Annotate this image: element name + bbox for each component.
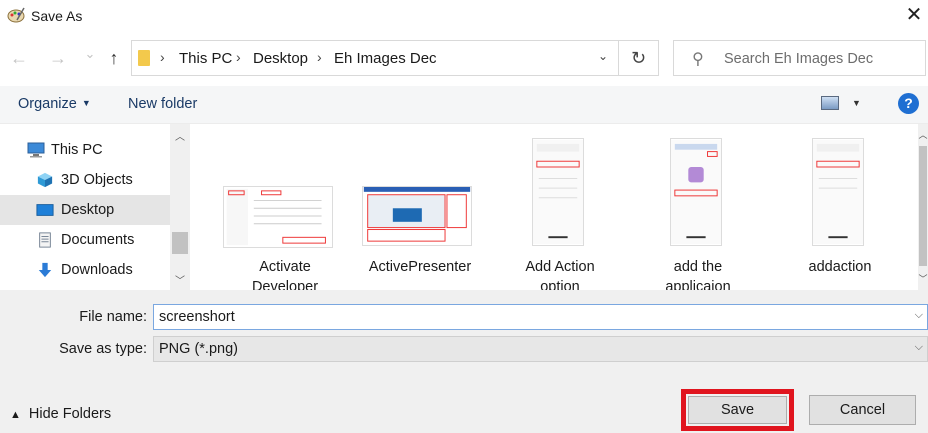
scroll-down-icon[interactable]: ﹀ [918,272,928,285]
navigation-scrollbar[interactable]: ︿ ﹀ [170,124,190,290]
scroll-down-icon[interactable]: ﹀ [170,272,190,287]
sidebar-item-label: Documents [61,232,135,248]
file-name-line: Activate [259,259,311,275]
scrollbar-thumb[interactable] [172,232,188,254]
sidebar-item-label: 3D Objects [61,172,133,188]
file-list: Activate Developer ActivePresenter Add A… [190,124,918,290]
close-button[interactable]: ✕ [900,2,928,30]
cube-icon [37,172,53,188]
breadcrumb-separator-icon[interactable]: › [236,49,241,65]
up-button[interactable]: ↑ [102,46,126,70]
breadcrumb-desktop[interactable]: Desktop [253,50,308,67]
file-name: addaction [770,257,910,277]
chevron-down-icon[interactable]: ⌵ [915,341,923,354]
caret-down-icon: ▼ [81,98,91,108]
scroll-up-icon[interactable]: ︿ [170,128,190,143]
file-name: ActivePresenter [350,257,490,277]
search-box[interactable]: ⚲ Search Eh Images Dec [673,40,926,76]
save-type-value: PNG (*.png) [159,341,238,357]
scroll-up-icon[interactable]: ︿ [918,128,928,141]
desktop-icon [36,204,54,216]
command-toolbar: Organize ▼ New folder ▼ ? [0,86,928,124]
file-name: Activate Developer [215,257,355,290]
back-button[interactable]: ← [7,46,31,70]
breadcrumb-eh-images-dec[interactable]: Eh Images Dec [334,50,437,67]
save-type-select[interactable]: PNG (*.png) ⌵ [153,336,928,362]
file-name-label: File name: [79,309,147,325]
view-options-caret-icon[interactable]: ▼ [852,98,861,108]
address-bar[interactable]: › This PC › Desktop › Eh Images Dec ⌄ [131,40,619,76]
file-thumbnail [812,138,864,246]
sidebar-item-this-pc[interactable]: This PC [0,135,170,165]
file-list-scrollbar[interactable]: ︿ ﹀ [918,124,928,290]
file-name-line: Developer [251,279,319,290]
breadcrumb-separator-icon[interactable]: › [317,49,322,65]
up-arrow-icon: ↑ [109,48,119,68]
file-name: Add Action option [490,257,630,290]
file-name-line: ActivePresenter [368,259,472,275]
file-name-line: applicaion [665,279,731,290]
chevron-up-icon: ▲ [10,409,21,421]
file-item-activate-developer[interactable]: Activate Developer [215,124,355,290]
address-dropdown-icon[interactable]: ⌄ [598,49,608,63]
download-icon [38,262,52,278]
refresh-button[interactable]: ↻ [619,40,659,76]
back-arrow-icon: ← [10,48,28,68]
save-button[interactable]: Save [688,396,787,424]
document-icon [39,232,51,248]
scrollbar-thumb[interactable] [919,146,927,266]
recent-locations-button[interactable]: ⌄ [78,42,102,66]
folder-icon [138,50,150,66]
file-name-line: addaction [808,259,872,275]
computer-icon [27,142,45,158]
file-item-activepresenter[interactable]: ActivePresenter [350,124,490,290]
address-row: ← → ⌄ ↑ › This PC › Desktop › Eh Images … [0,38,928,78]
search-input[interactable]: Search Eh Images Dec [724,51,873,67]
forward-arrow-icon: → [49,48,67,68]
close-icon: ✕ [905,4,923,26]
sidebar-item-label: Downloads [61,262,133,278]
change-view-icon[interactable] [821,96,839,110]
forward-button[interactable]: → [46,46,70,70]
sidebar-item-label: Desktop [61,202,115,218]
chevron-down-icon: ⌄ [84,46,96,61]
file-thumbnail [670,138,722,246]
sidebar-item-documents[interactable]: Documents [0,225,170,255]
file-name: add the applicaion [628,257,768,290]
cancel-button[interactable]: Cancel [809,395,916,425]
file-name-line: Add Action [525,259,595,275]
sidebar-item-desktop[interactable]: Desktop [0,195,170,225]
chevron-down-icon[interactable]: ⌵ [915,309,923,322]
save-form: File name: screenshort ⌵ Save as type: P… [0,290,928,433]
file-item-add-action-option[interactable]: Add Action option [490,124,630,290]
file-thumbnail [223,186,333,248]
paint-palette-icon [7,7,25,23]
file-thumbnail [532,138,584,246]
organize-button[interactable]: Organize ▼ [18,96,91,112]
title-bar: Save As ✕ [0,0,928,32]
hide-folders-label: Hide Folders [28,406,112,422]
file-name-field[interactable]: screenshort ⌵ [153,304,928,330]
save-type-label: Save as type: [59,341,147,357]
sidebar-item-label: This PC [51,142,103,158]
file-name-line: option [540,279,580,290]
navigation-pane: This PC 3D Objects Desktop Documents Dow… [0,124,190,290]
sidebar-item-downloads[interactable]: Downloads [0,255,170,285]
hide-folders-button[interactable]: ▲ Hide Folders [10,406,111,422]
breadcrumb-separator-icon[interactable]: › [160,49,165,65]
new-folder-button[interactable]: New folder [128,96,197,112]
search-icon: ⚲ [692,51,704,68]
help-icon[interactable]: ? [898,93,919,114]
file-thumbnail [362,186,472,246]
file-name-line: add the [673,259,723,275]
window-title: Save As [31,8,83,24]
refresh-icon: ↻ [630,48,647,68]
file-item-addaction[interactable]: addaction [770,124,910,290]
file-name-value[interactable]: screenshort [159,309,235,325]
sidebar-item-3d-objects[interactable]: 3D Objects [0,165,170,195]
breadcrumb-this-pc[interactable]: This PC [179,50,232,67]
organize-label: Organize [18,96,77,112]
file-item-add-the-applicaion[interactable]: add the applicaion [628,124,768,290]
